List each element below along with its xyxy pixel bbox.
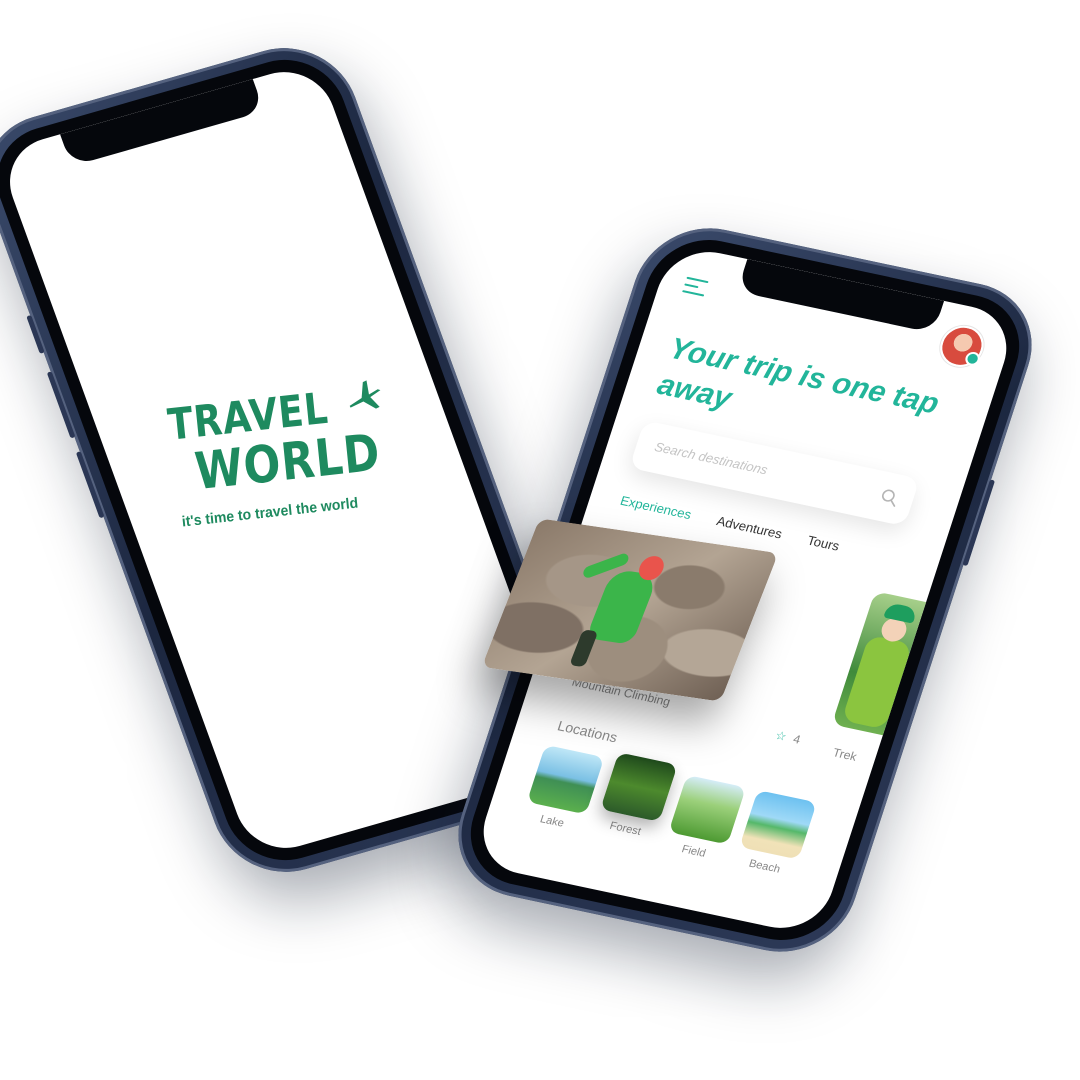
location-name: Forest [608,819,643,838]
hamburger-menu-icon[interactable] [681,276,709,299]
tab-adventures[interactable]: Adventures [715,513,784,541]
locations-title: Locations [555,717,620,746]
side-card-label: Trek [831,745,859,764]
lake-thumbnail [526,744,605,815]
online-status-dot [963,350,982,367]
star-icon: ☆ [773,728,789,744]
location-name: Field [680,843,708,860]
location-field[interactable]: Field [662,774,747,864]
location-name: Beach [747,857,782,876]
airplane-icon [349,380,381,409]
location-name: Lake [538,813,566,830]
travel-world-logo: TRAVEL WORLD it's time to travel the wor… [161,374,408,546]
location-beach[interactable]: Beach [733,789,817,879]
beach-thumbnail [739,789,817,860]
location-lake[interactable]: Lake [521,744,605,834]
location-forest[interactable]: Forest [594,752,678,841]
forest-thumbnail [600,752,678,822]
field-thumbnail [668,774,747,845]
rating: ☆ 4 [774,728,803,746]
search-icon[interactable] [878,487,901,508]
user-avatar[interactable] [934,321,990,371]
search-placeholder: Search destinations [652,439,770,478]
tab-experiences[interactable]: Experiences [618,493,693,522]
rating-value: 4 [791,731,803,747]
silent-switch [26,314,45,354]
climber-leg [569,629,599,668]
tab-tours[interactable]: Tours [805,533,841,554]
